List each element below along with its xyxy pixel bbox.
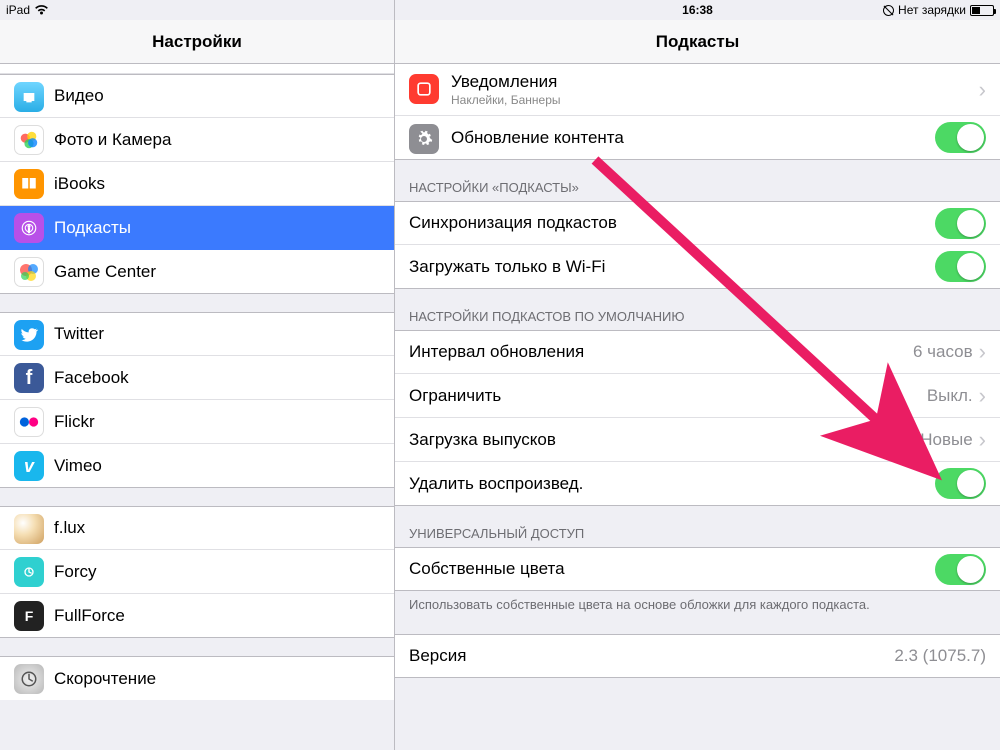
sidebar-item-label: Flickr bbox=[54, 412, 95, 432]
sidebar-item-ibooks[interactable]: iBooks bbox=[0, 162, 394, 206]
ibooks-icon bbox=[14, 169, 44, 199]
sidebar-item-video[interactable]: Видео bbox=[0, 74, 394, 118]
sidebar-item-label: Facebook bbox=[54, 368, 129, 388]
vimeo-icon: v bbox=[14, 451, 44, 481]
sidebar-item-label: Видео bbox=[54, 86, 104, 106]
chevron-right-icon: › bbox=[979, 341, 986, 363]
row-download-episodes[interactable]: Загрузка выпусков Новые › bbox=[395, 418, 1000, 462]
wifi-icon bbox=[34, 4, 49, 16]
row-label: Удалить воспроизвед. bbox=[409, 474, 935, 494]
row-wifi-only[interactable]: Загружать только в Wi-Fi bbox=[395, 245, 1000, 289]
sidebar-item-vimeo[interactable]: v Vimeo bbox=[0, 444, 394, 488]
row-label: Ограничить bbox=[409, 386, 927, 406]
sidebar-item-forcy[interactable]: Forcy bbox=[0, 550, 394, 594]
detail-title: Подкасты bbox=[656, 32, 739, 52]
photos-icon bbox=[14, 125, 44, 155]
gamecenter-icon bbox=[14, 257, 44, 287]
sidebar-item-flickr[interactable]: Flickr bbox=[0, 400, 394, 444]
section-header-default: НАСТРОЙКИ ПОДКАСТОВ ПО УМОЛЧАНИЮ bbox=[395, 289, 1000, 330]
status-bar-left: iPad bbox=[0, 0, 394, 20]
row-value: 2.3 (1075.7) bbox=[894, 646, 986, 666]
sidebar-item-label: f.lux bbox=[54, 518, 85, 538]
row-value: Выкл. bbox=[927, 386, 973, 406]
twitter-icon bbox=[14, 320, 44, 350]
sidebar-item-label: Фото и Камера bbox=[54, 130, 171, 150]
sidebar-item-label: Скорочтение bbox=[54, 669, 156, 689]
sidebar-item-label: FullForce bbox=[54, 606, 125, 626]
sidebar-item-twitter[interactable]: Twitter bbox=[0, 312, 394, 356]
status-bar-right: 16:38 Нет зарядки bbox=[395, 0, 1000, 20]
detail-header: Подкасты bbox=[395, 20, 1000, 64]
row-custom-colors[interactable]: Собственные цвета bbox=[395, 547, 1000, 591]
podcasts-icon bbox=[14, 213, 44, 243]
flux-icon bbox=[14, 514, 44, 544]
row-delete-played[interactable]: Удалить воспроизвед. bbox=[395, 462, 1000, 506]
row-label: Собственные цвета bbox=[409, 559, 935, 579]
sidebar-title: Настройки bbox=[152, 32, 242, 52]
row-value: Новые bbox=[920, 430, 972, 450]
gear-icon bbox=[409, 124, 439, 154]
row-refresh-interval[interactable]: Интервал обновления 6 часов › bbox=[395, 330, 1000, 374]
sidebar-item-label: Подкасты bbox=[54, 218, 131, 238]
sidebar-item-photos[interactable]: Фото и Камера bbox=[0, 118, 394, 162]
row-background-refresh[interactable]: Обновление контента bbox=[395, 116, 1000, 160]
speedreading-icon bbox=[14, 664, 44, 694]
section-header-universal: УНИВЕРСАЛЬНЫЙ ДОСТУП bbox=[395, 506, 1000, 547]
sidebar-item-label: Twitter bbox=[54, 324, 104, 344]
status-time: 16:38 bbox=[551, 3, 844, 17]
section-header-podcast: НАСТРОЙКИ «ПОДКАСТЫ» bbox=[395, 160, 1000, 201]
sidebar-item-flux[interactable]: f.lux bbox=[0, 506, 394, 550]
toggle-wifi-only[interactable] bbox=[935, 251, 986, 282]
sidebar-item-label: Game Center bbox=[54, 262, 156, 282]
charging-status: Нет зарядки bbox=[898, 3, 966, 17]
sidebar-item-fullforce[interactable]: F FullForce bbox=[0, 594, 394, 638]
facebook-icon: f bbox=[14, 363, 44, 393]
device-label: iPad bbox=[6, 3, 30, 17]
toggle-custom-colors[interactable] bbox=[935, 554, 986, 585]
notifications-icon bbox=[409, 74, 439, 104]
toggle-delete-played[interactable] bbox=[935, 468, 986, 499]
sidebar-item-speedreading[interactable]: Скорочтение bbox=[0, 656, 394, 700]
row-label: Интервал обновления bbox=[409, 342, 913, 362]
sidebar-item-facebook[interactable]: f Facebook bbox=[0, 356, 394, 400]
row-label: Версия bbox=[409, 646, 894, 666]
sidebar-item-label: Forcy bbox=[54, 562, 97, 582]
sidebar-item-label: iBooks bbox=[54, 174, 105, 194]
row-sync-podcasts[interactable]: Синхронизация подкастов bbox=[395, 201, 1000, 245]
settings-sidebar: iPad Настройки Видео Фото и Камера bbox=[0, 0, 395, 750]
row-version: Версия 2.3 (1075.7) bbox=[395, 634, 1000, 678]
not-charging-icon bbox=[883, 5, 894, 16]
row-limit[interactable]: Ограничить Выкл. › bbox=[395, 374, 1000, 418]
chevron-right-icon: › bbox=[979, 385, 986, 407]
row-label: Загрузка выпусков bbox=[409, 430, 920, 450]
sidebar-item-gamecenter[interactable]: Game Center bbox=[0, 250, 394, 294]
sidebar-header: Настройки bbox=[0, 20, 394, 64]
sidebar-item-label: Vimeo bbox=[54, 456, 102, 476]
row-label: Синхронизация подкастов bbox=[409, 213, 935, 233]
flickr-icon bbox=[14, 407, 44, 437]
chevron-right-icon: › bbox=[979, 79, 986, 101]
video-icon bbox=[14, 82, 44, 112]
row-value: 6 часов bbox=[913, 342, 973, 362]
row-label: Обновление контента bbox=[451, 128, 935, 148]
forcy-icon bbox=[14, 557, 44, 587]
detail-pane: 16:38 Нет зарядки Подкасты Уведомления Н… bbox=[395, 0, 1000, 750]
row-label: Загружать только в Wi-Fi bbox=[409, 257, 935, 277]
row-notifications[interactable]: Уведомления Наклейки, Баннеры › bbox=[395, 64, 1000, 116]
toggle-sync-podcasts[interactable] bbox=[935, 208, 986, 239]
toggle-background-refresh[interactable] bbox=[935, 122, 986, 153]
fullforce-icon: F bbox=[14, 601, 44, 631]
section-footer-universal: Использовать собственные цвета на основе… bbox=[395, 591, 1000, 612]
row-subtext: Наклейки, Баннеры bbox=[451, 93, 979, 107]
chevron-right-icon: › bbox=[979, 429, 986, 451]
row-label: Уведомления bbox=[451, 72, 979, 92]
battery-icon bbox=[970, 5, 994, 16]
sidebar-item-podcasts[interactable]: Подкасты bbox=[0, 206, 394, 250]
